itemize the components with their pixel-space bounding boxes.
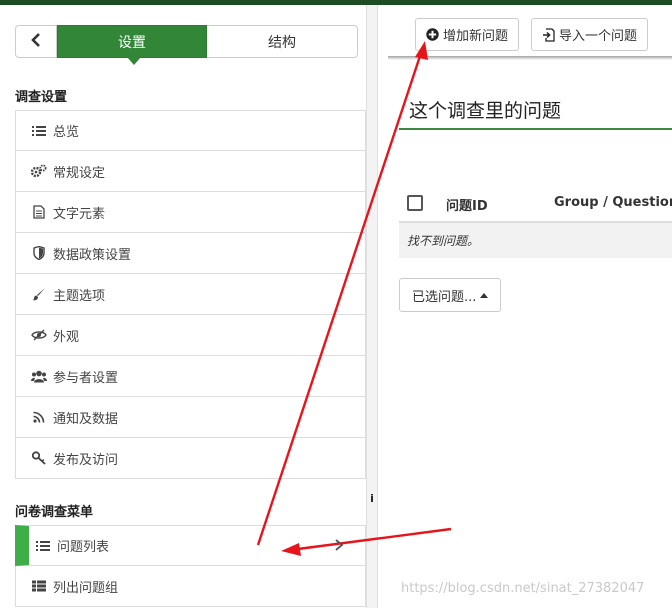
sidebar-item-question-groups[interactable]: 列出问题组 [15,566,366,607]
sidebar-item-label: 通知及数据 [53,411,119,427]
sidebar-item-label: 常规设定 [53,165,106,181]
plus-circle-icon [426,28,439,41]
sidebar-item-text-elements[interactable]: 文字元素 [15,192,366,233]
title-divider [399,128,672,130]
sidebar-item-question-list[interactable]: 问题列表 [15,525,366,566]
back-button[interactable] [15,25,57,58]
tab-structure[interactable]: 结构 [207,25,358,58]
sidebar-item-label: 总览 [53,125,80,140]
survey-settings-menu: 总览 常规设定 文字元素 数据政策设置 主题选项 外观 参与者设置 通知及数据 … [15,110,366,479]
survey-menu: 问题列表 列出问题组 [15,525,366,607]
paint-brush-icon [31,286,47,302]
sidebar-item-label: 参与者设置 [53,370,119,386]
sidebar-item-label: 问题列表 [57,540,110,555]
sidebar-item-participant-settings[interactable]: 参与者设置 [15,356,366,397]
section-title-survey-settings: 调查设置 [15,90,68,105]
rss-icon [31,409,47,425]
sidebar-item-appearance[interactable]: 外观 [15,315,366,356]
key-icon [31,450,47,466]
tab-settings[interactable]: 设置 [57,25,207,65]
import-question-button[interactable]: 导入一个问题 [531,18,649,51]
selected-questions-button[interactable]: 已选问题... [399,278,502,312]
sidebar-resize-bar[interactable] [366,5,378,608]
chevron-left-icon [31,32,41,51]
sidebar-item-theme-options[interactable]: 主题选项 [15,274,366,315]
section-title-survey-menu: 问卷调查菜单 [15,505,94,520]
select-all-checkbox[interactable] [407,195,423,211]
eye-slash-icon [31,327,47,343]
sidebar-item-label: 文字元素 [53,206,106,222]
caret-up-icon [480,292,489,298]
watermark: https://blog.csdn.net/sinat_27382047 [401,581,645,596]
sidebar-item-label: 数据政策设置 [53,247,132,263]
file-text-icon [31,204,47,220]
sidebar-item-overview[interactable]: 总览 [15,110,366,151]
column-question-id[interactable]: 问题ID [446,195,488,214]
page-title: 这个调查里的问题 [409,100,562,122]
users-icon [31,368,47,384]
sidebar-item-data-policy[interactable]: 数据政策设置 [15,233,366,274]
sidebar-item-label: 外观 [53,329,80,345]
shield-icon [31,245,47,261]
sidebar-item-label: 发布及访问 [53,452,119,468]
column-group-question-order[interactable]: Group / Question o [554,195,672,210]
selected-questions-label: 已选问题... [412,289,477,305]
toolbar-shadow [388,56,672,60]
sidebar-item-label: 列出问题组 [53,580,119,596]
sidebar-item-label: 主题选项 [53,288,106,304]
th-list-icon [31,578,47,594]
sidebar-item-notifications-data[interactable]: 通知及数据 [15,397,366,438]
list-icon [35,538,51,554]
import-icon [542,27,555,42]
sidebar-item-publication-access[interactable]: 发布及访问 [15,438,366,479]
sidebar-item-general-settings[interactable]: 常规设定 [15,151,366,192]
table-empty-row: 找不到问题。 [399,223,672,258]
import-question-label: 导入一个问题 [559,29,638,44]
gears-icon [31,163,47,179]
add-question-button[interactable]: 增加新问题 [415,18,520,51]
sidebar-collapse-handle[interactable]: i [369,492,375,505]
questions-table-header: 问题ID Group / Question o [399,185,672,223]
empty-message: 找不到问题。 [407,234,480,248]
list-icon [31,123,47,139]
add-question-label: 增加新问题 [443,29,509,44]
